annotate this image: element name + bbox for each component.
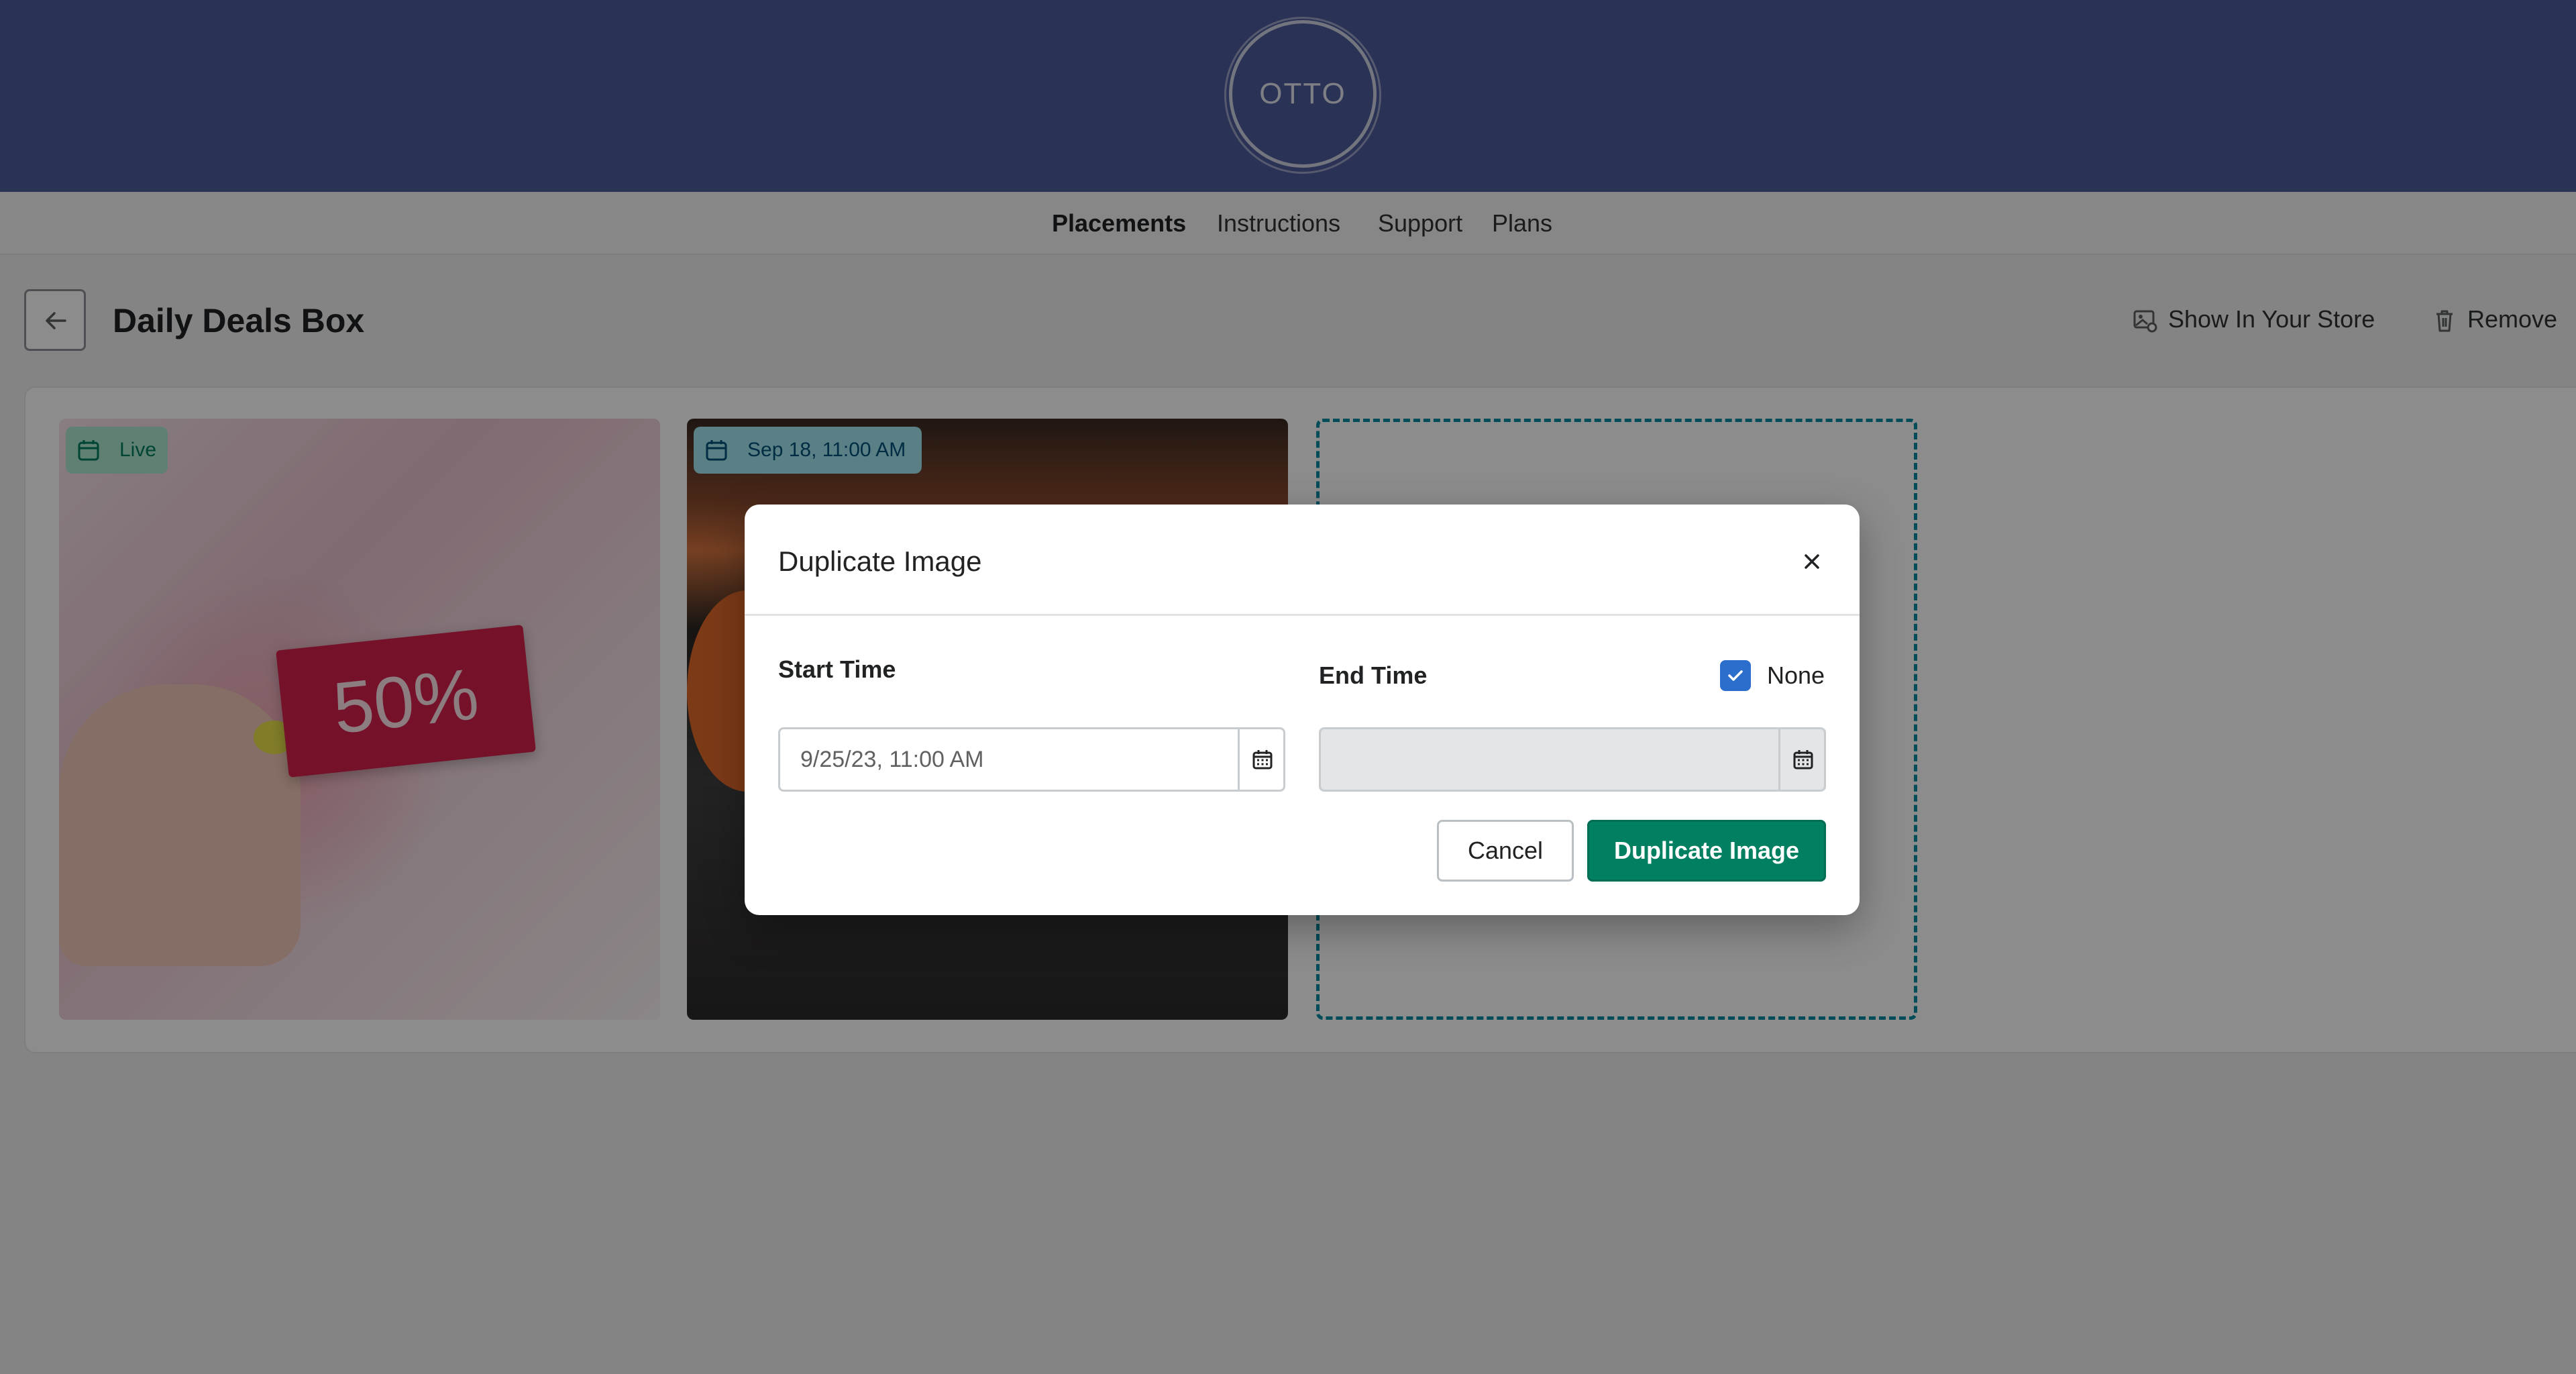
- check-icon: [1728, 670, 1743, 681]
- start-time-input[interactable]: 9/25/23, 11:00 AM: [778, 727, 1285, 792]
- cancel-button[interactable]: Cancel: [1437, 820, 1574, 882]
- start-time-label: Start Time: [778, 655, 896, 683]
- duplicate-image-modal: Duplicate Image Start Time 9/25/23, 11:0…: [745, 505, 1860, 915]
- modal-header: Duplicate Image: [745, 505, 1860, 616]
- end-time-label: End Time: [1319, 662, 1428, 689]
- start-time-value: 9/25/23, 11:00 AM: [800, 747, 984, 772]
- end-time-input: [1319, 727, 1826, 792]
- end-time-calendar-button: [1778, 729, 1824, 790]
- duplicate-image-button[interactable]: Duplicate Image: [1587, 820, 1826, 882]
- close-icon: [1805, 554, 1819, 569]
- end-time-none-label[interactable]: None: [1767, 657, 1825, 694]
- modal-title: Duplicate Image: [778, 545, 982, 577]
- end-time-none-checkbox[interactable]: [1720, 660, 1751, 691]
- close-button[interactable]: [1788, 538, 1835, 585]
- start-time-calendar-button[interactable]: [1238, 729, 1283, 790]
- calendar-icon: [1793, 750, 1813, 770]
- calendar-icon: [1252, 750, 1273, 770]
